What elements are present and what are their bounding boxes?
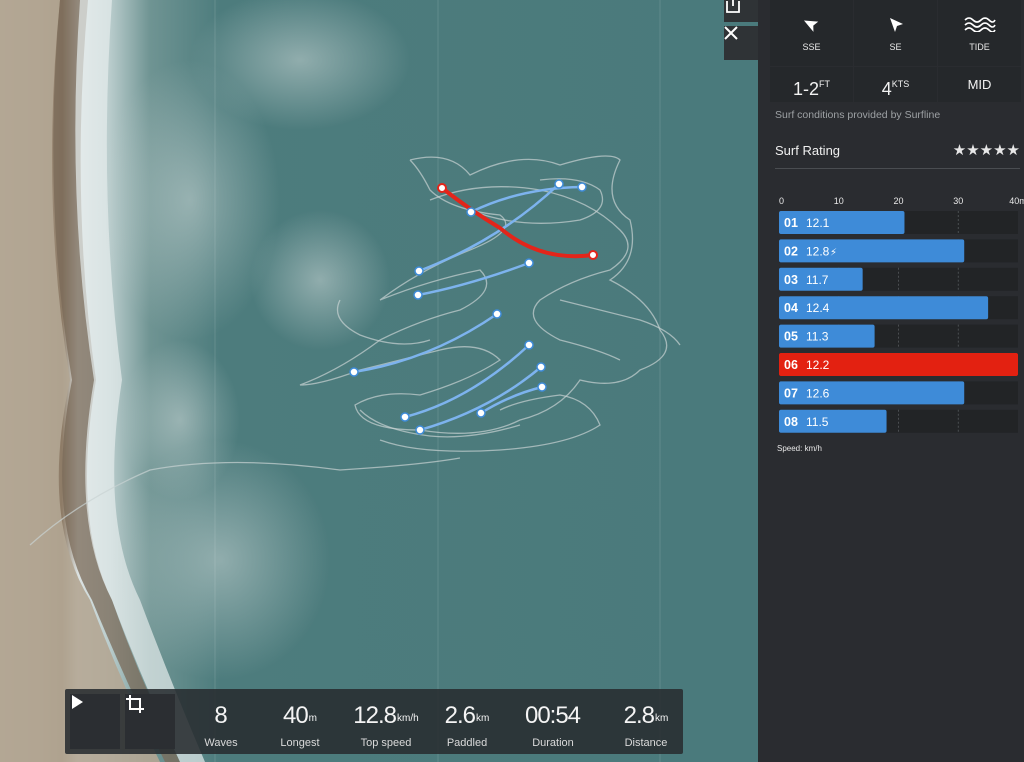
close-icon — [724, 26, 738, 40]
wave-number: 01 — [784, 216, 798, 230]
wave-number: 06 — [784, 358, 798, 372]
tide-waves-icon — [963, 17, 996, 33]
play-button[interactable] — [70, 694, 120, 749]
stat-unit: km — [476, 713, 490, 724]
wind-direction: SE — [889, 42, 902, 52]
wave-speed: 12.1 — [806, 216, 830, 230]
wave-speed: 11.7 — [806, 273, 829, 287]
stat-paddled: 2.6km Paddled — [435, 702, 499, 750]
axis-tick-label: 10 — [834, 196, 844, 206]
swell-height-tile: 1-2FT — [770, 67, 853, 102]
stat-value: 12.8 — [353, 702, 397, 729]
speed-unit-note: Speed: km/h — [777, 444, 822, 453]
wave-number: 03 — [784, 273, 798, 287]
stat-label: Duration — [532, 737, 574, 749]
wind-direction-tile: SE — [854, 0, 937, 66]
wave-speed: 11.3 — [806, 330, 829, 344]
close-button[interactable] — [724, 26, 758, 60]
share-button[interactable] — [724, 0, 758, 22]
crop-icon — [126, 695, 144, 713]
wave-number: 02 — [784, 244, 798, 258]
surfline-credit: Surf conditions provided by Surfline — [775, 109, 941, 121]
wind-direction-arrow-icon — [889, 18, 903, 32]
tide-value-tile: MID — [938, 67, 1021, 102]
tide-tile: TIDE — [938, 0, 1021, 66]
session-stats-bar: 8 Waves 40m Longest 12.8km/h Top speed 2… — [65, 689, 683, 754]
wave-number: 04 — [784, 301, 798, 315]
axis-tick-label: 20 — [893, 196, 903, 206]
stat-top-speed: 12.8km/h Top speed — [348, 702, 424, 750]
wave-distance-chart: 0 10 20 30 40m 01 12.1 02 12.8 ⚡ 03 11.7 04 12.4 05 11.… — [779, 196, 1024, 433]
axis-tick-label: 0 — [779, 196, 784, 206]
swell-height-unit: FT — [819, 79, 830, 89]
tide-value: MID — [967, 77, 992, 92]
wave-speed: 12.2 — [806, 358, 830, 372]
stat-unit: km — [655, 713, 669, 724]
stat-label: Distance — [624, 737, 668, 749]
stat-unit: km/h — [397, 713, 419, 724]
wave-number: 05 — [784, 330, 798, 344]
axis-tick-label: 30 — [953, 196, 963, 206]
surf-session-map[interactable]: 8 Waves 40m Longest 12.8km/h Top speed 2… — [0, 0, 758, 762]
wave-speed: 12.4 — [806, 301, 830, 315]
stat-label: Top speed — [360, 737, 412, 749]
tide-label: TIDE — [969, 42, 990, 52]
wave-speed: 12.6 — [806, 386, 830, 400]
stat-value: 2.6 — [444, 702, 476, 729]
stat-longest: 40m Longest — [270, 702, 330, 750]
play-icon — [72, 695, 83, 709]
wind-speed-value: 4 — [881, 79, 892, 99]
wave-number: 08 — [784, 415, 798, 429]
wind-speed-tile: 4KTS — [854, 67, 937, 102]
session-details-panel: SSE SE TIDE 1-2FT 4KTS MID Surf conditio… — [758, 0, 1024, 762]
swell-direction: SSE — [802, 42, 821, 52]
wave-speed: 11.5 — [806, 415, 829, 429]
stat-label: Waves — [204, 737, 238, 749]
stat-duration: 00:54 Duration — [515, 702, 591, 750]
stat-label: Longest — [280, 737, 320, 749]
stat-waves: 8 Waves — [193, 702, 249, 750]
stat-label: Paddled — [446, 737, 488, 749]
surf-rating-stars[interactable]: ★★★★★ — [953, 141, 1020, 159]
surf-rating-label: Surf Rating — [775, 143, 841, 158]
surf-rating-row: Surf Rating ★★★★★ — [775, 142, 1020, 169]
crop-button[interactable] — [125, 694, 175, 749]
top-speed-bolt-icon: ⚡ — [830, 247, 837, 258]
wave-number: 07 — [784, 386, 798, 400]
swell-height-value: 1-2 — [792, 79, 819, 99]
stat-distance: 2.8km Distance — [613, 702, 679, 750]
stat-unit: m — [308, 713, 318, 724]
axis-tick-label: 40m — [1009, 196, 1024, 206]
stat-value: 2.8 — [623, 702, 655, 729]
stat-value: 8 — [214, 702, 227, 729]
stat-value: 00:54 — [524, 702, 581, 729]
swell-direction-tile: SSE — [770, 0, 853, 66]
wave-speed: 12.8 — [806, 244, 830, 258]
wind-speed-unit: KTS — [891, 79, 910, 89]
map-imagery — [0, 0, 681, 762]
share-icon — [726, 0, 740, 13]
swell-direction-arrow-icon — [803, 20, 818, 32]
stat-value: 40 — [282, 702, 309, 729]
